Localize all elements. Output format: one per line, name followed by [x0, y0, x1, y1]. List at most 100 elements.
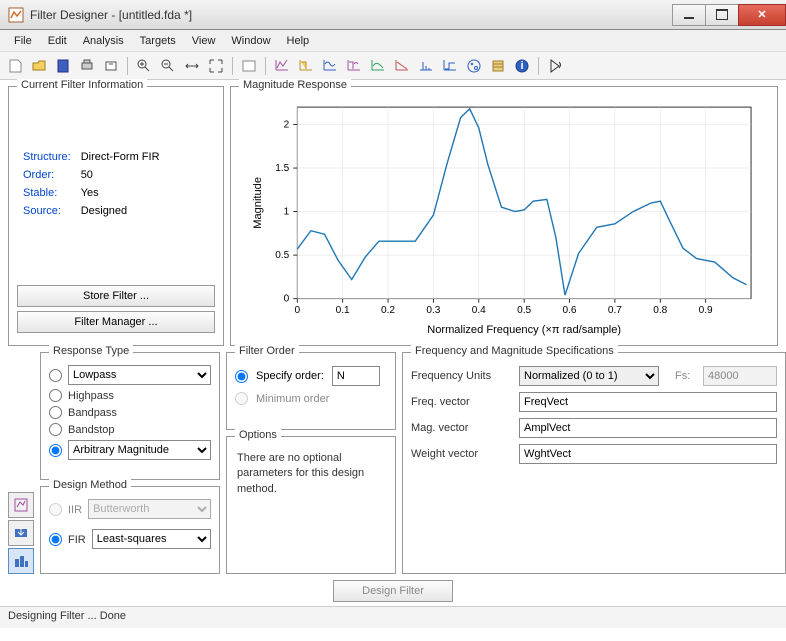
radio-highpass[interactable] — [49, 389, 62, 402]
step-icon[interactable] — [439, 55, 461, 77]
zoom-in-icon[interactable] — [133, 55, 155, 77]
svg-text:0: 0 — [284, 294, 290, 305]
phase-icon[interactable] — [319, 55, 341, 77]
info-value-structure: Direct-Form FIR — [77, 149, 164, 165]
menu-edit[interactable]: Edit — [40, 32, 75, 50]
zoom-full-icon[interactable] — [205, 55, 227, 77]
menu-analysis[interactable]: Analysis — [75, 32, 132, 50]
info-value-stable: Yes — [77, 185, 164, 201]
filter-order-legend: Filter Order — [235, 345, 299, 357]
save-icon[interactable] — [52, 55, 74, 77]
label-mag-vector: Mag. vector — [411, 422, 511, 434]
input-mag-vector[interactable] — [519, 418, 777, 438]
info-value-source: Designed — [77, 203, 164, 219]
options-text: There are no optional parameters for thi… — [235, 447, 387, 501]
freq-spec-legend: Frequency and Magnitude Specifications — [411, 345, 618, 357]
radio-bandpass[interactable] — [49, 406, 62, 419]
maximize-button[interactable] — [705, 4, 739, 26]
store-filter-button[interactable]: Store Filter ... — [17, 285, 215, 307]
svg-text:0.6: 0.6 — [563, 305, 577, 316]
input-weight-vector[interactable] — [519, 444, 777, 464]
svg-text:Magnitude: Magnitude — [252, 177, 264, 229]
current-filter-info-panel: Current Filter Information Structure:Dir… — [8, 86, 224, 346]
svg-text:i: i — [520, 60, 523, 72]
radio-arbitrary[interactable] — [49, 444, 62, 457]
window-title: Filter Designer - [untitled.fda *] — [30, 8, 673, 22]
label-fs: Fs: — [675, 370, 695, 382]
response-type-panel: Response Type Lowpass Highpass Bandpass … — [40, 352, 220, 480]
help-icon[interactable] — [544, 55, 566, 77]
print-icon[interactable] — [76, 55, 98, 77]
print-preview-icon[interactable] — [100, 55, 122, 77]
select-lowpass[interactable]: Lowpass — [68, 365, 211, 385]
radio-specify-order[interactable] — [235, 370, 248, 383]
side-tabs — [8, 492, 34, 574]
radio-lowpass[interactable] — [49, 369, 62, 382]
label-fir: FIR — [68, 533, 86, 546]
new-analysis-icon[interactable] — [238, 55, 260, 77]
radio-iir — [49, 503, 62, 516]
new-icon[interactable] — [4, 55, 26, 77]
svg-text:2: 2 — [284, 120, 290, 131]
radio-bandstop[interactable] — [49, 423, 62, 436]
info-label-stable: Stable: — [19, 185, 75, 201]
info-label-source: Source: — [19, 203, 75, 219]
input-freq-vector[interactable] — [519, 392, 777, 412]
label-iir: IIR — [68, 503, 82, 516]
select-fir[interactable]: Least-squares — [92, 529, 211, 549]
sidetab-design[interactable] — [8, 548, 34, 574]
minimize-button[interactable] — [672, 4, 706, 26]
zoom-out-icon[interactable] — [157, 55, 179, 77]
close-button[interactable] — [738, 4, 786, 26]
label-specify-order: Specify order: — [256, 370, 324, 382]
radio-fir[interactable] — [49, 533, 62, 546]
menu-window[interactable]: Window — [223, 32, 278, 50]
select-freq-units[interactable]: Normalized (0 to 1) — [519, 366, 659, 386]
info-label-order: Order: — [19, 167, 75, 183]
groupdelay-icon[interactable] — [367, 55, 389, 77]
radio-minimum-order — [235, 392, 248, 405]
input-order[interactable] — [332, 366, 380, 386]
menu-file[interactable]: File — [6, 32, 40, 50]
phasedelay-icon[interactable] — [391, 55, 413, 77]
zoom-x-icon[interactable] — [181, 55, 203, 77]
svg-text:0.4: 0.4 — [472, 305, 486, 316]
svg-text:Normalized Frequency (×π rad/s: Normalized Frequency (×π rad/sample) — [427, 324, 621, 336]
sidetab-import[interactable] — [8, 520, 34, 546]
svg-text:0.3: 0.3 — [426, 305, 440, 316]
design-method-legend: Design Method — [49, 479, 131, 491]
svg-text:0: 0 — [294, 305, 300, 316]
status-text: Designing Filter ... Done — [8, 610, 126, 622]
menu-help[interactable]: Help — [279, 32, 318, 50]
open-icon[interactable] — [28, 55, 50, 77]
design-filter-button[interactable]: Design Filter — [333, 580, 453, 602]
menu-view[interactable]: View — [184, 32, 224, 50]
magphase-icon[interactable] — [343, 55, 365, 77]
svg-text:0.2: 0.2 — [381, 305, 395, 316]
magnitude-icon[interactable] — [295, 55, 317, 77]
polezero-icon[interactable] — [463, 55, 485, 77]
label-bandpass: Bandpass — [68, 406, 117, 419]
svg-text:0.5: 0.5 — [275, 250, 289, 261]
menu-targets[interactable]: Targets — [132, 32, 184, 50]
label-minimum-order: Minimum order — [256, 393, 329, 405]
svg-text:0.9: 0.9 — [699, 305, 713, 316]
freq-mag-spec-panel: Frequency and Magnitude Specifications F… — [402, 352, 786, 574]
svg-text:1.5: 1.5 — [275, 163, 289, 174]
titlebar: Filter Designer - [untitled.fda *] — [0, 0, 786, 30]
label-highpass: Highpass — [68, 389, 114, 402]
label-freq-units: Frequency Units — [411, 370, 511, 382]
impulse-icon[interactable] — [415, 55, 437, 77]
label-freq-vector: Freq. vector — [411, 396, 511, 408]
select-arbitrary[interactable]: Arbitrary Magnitude — [68, 440, 211, 460]
info-icon[interactable]: i — [511, 55, 533, 77]
filter-manager-button[interactable]: Filter Manager ... — [17, 311, 215, 333]
label-bandstop: Bandstop — [68, 423, 114, 436]
coeff-icon[interactable] — [487, 55, 509, 77]
info-value-order: 50 — [77, 167, 164, 183]
options-panel: Options There are no optional parameters… — [226, 436, 396, 574]
svg-text:1: 1 — [284, 207, 290, 218]
specs-icon[interactable] — [271, 55, 293, 77]
sidetab-filter-specs[interactable] — [8, 492, 34, 518]
app-icon — [8, 7, 24, 23]
